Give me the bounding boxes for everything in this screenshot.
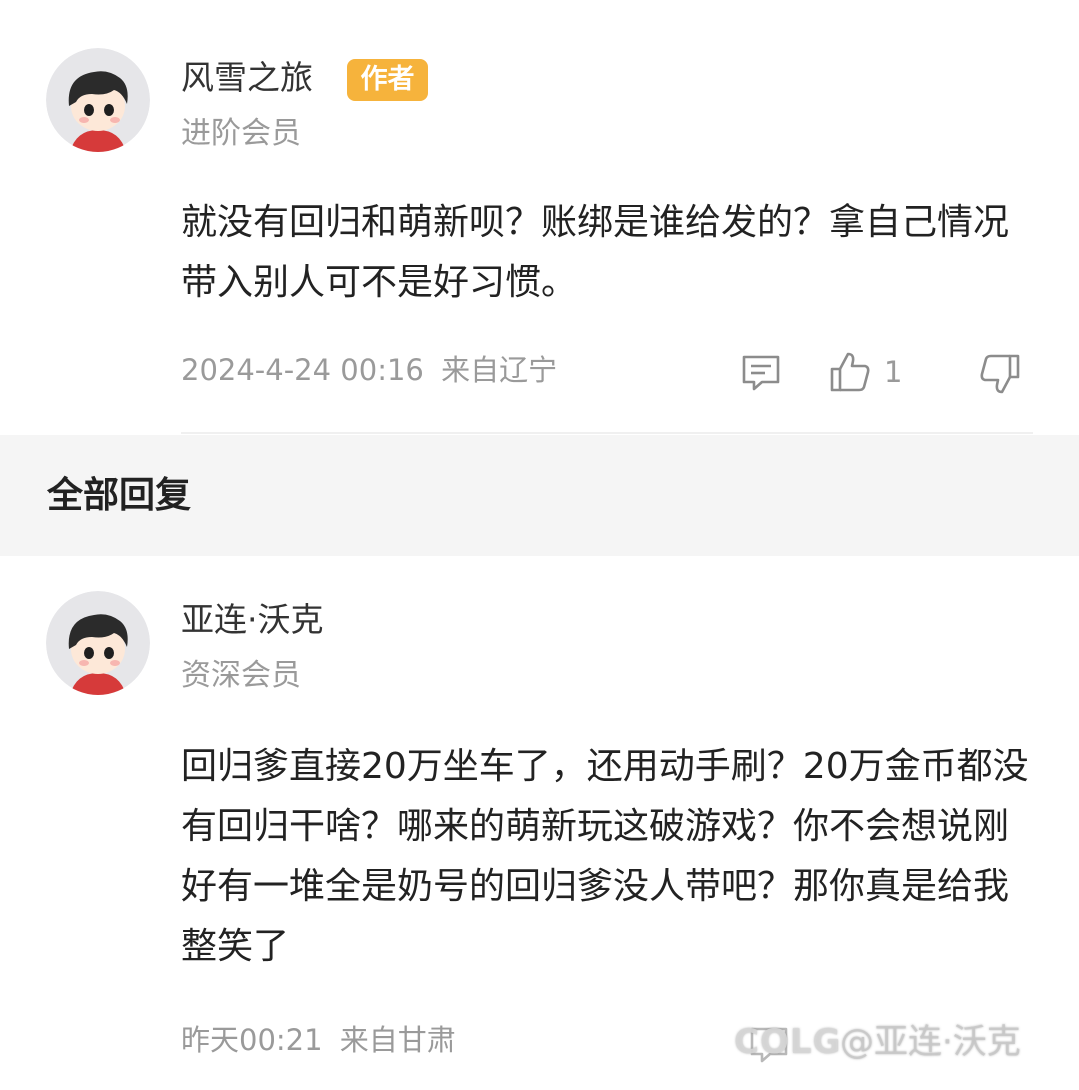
like-count: 1 <box>884 355 903 389</box>
reply-author-name[interactable]: 亚连·沃克 <box>181 600 324 640</box>
comment-divider <box>181 432 1033 434</box>
comment-author-member-level: 进阶会员 <box>181 116 301 151</box>
reply-author-avatar[interactable] <box>46 591 150 695</box>
avatar-cartoon-boy-icon <box>46 48 150 152</box>
comment-author-name[interactable]: 风雪之旅 <box>181 58 313 98</box>
reply-meta: 昨天00:21 来自甘肃 <box>181 1022 456 1058</box>
watermark-handle: @亚连·沃克 <box>840 1022 1021 1062</box>
reply-timestamp: 昨天00:21 <box>181 1023 323 1057</box>
reply-text: 回归爹直接20万坐车了，还用动手刷？20万金币都没有回归干啥？哪来的萌新玩这破游… <box>181 746 1029 967</box>
comment-text: 就没有回归和萌新呗？账绑是谁给发的？拿自己情况带入别人可不是好习惯。 <box>181 202 1010 303</box>
comment-timestamp: 2024-4-24 00:16 <box>181 353 424 387</box>
author-badge: 作者 <box>347 59 428 101</box>
watermark-logo: COLG <box>734 1022 842 1062</box>
replies-section-title: 全部回复 <box>47 475 192 516</box>
avatar-cartoon-boy-icon <box>46 591 150 695</box>
comment-thread-page: 风雪之旅 作者 进阶会员 就没有回归和萌新呗？账绑是谁给发的？拿自己情况带入别人… <box>0 0 1079 1090</box>
comment-author-avatar[interactable] <box>46 48 150 152</box>
reply-author-member-level: 资深会员 <box>181 658 301 693</box>
comment-meta: 2024-4-24 00:16 来自辽宁 <box>181 352 557 388</box>
comment-icon[interactable] <box>740 352 782 394</box>
comment-location: 来自辽宁 <box>441 353 558 387</box>
thumbs-down-icon[interactable] <box>978 352 1022 396</box>
thumbs-up-icon[interactable] <box>828 350 872 394</box>
reply-location: 来自甘肃 <box>339 1023 456 1057</box>
